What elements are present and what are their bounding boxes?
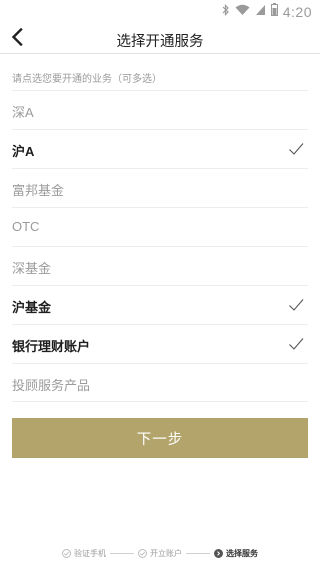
service-option[interactable]: 投顾服务产品 bbox=[12, 363, 308, 402]
service-option-label: 银行理财账户 bbox=[12, 339, 91, 354]
status-bar: 4:20 bbox=[0, 0, 320, 24]
checkmark-icon bbox=[288, 336, 304, 352]
step-connector bbox=[110, 552, 134, 554]
checkmark-icon bbox=[288, 141, 304, 157]
service-option-label: OTC bbox=[12, 219, 40, 234]
next-step-button[interactable]: 下一步 bbox=[12, 418, 308, 458]
step-done-icon bbox=[62, 548, 71, 558]
progress-step-label: 开立账户 bbox=[150, 548, 182, 558]
service-option[interactable]: 沪基金 bbox=[12, 285, 308, 324]
page-title: 选择开通服务 bbox=[116, 34, 204, 50]
progress-step: 验证手机 bbox=[62, 548, 106, 559]
service-option-label: 沪基金 bbox=[12, 300, 52, 315]
checkmark-icon bbox=[288, 297, 304, 313]
service-option-label: 深A bbox=[12, 105, 34, 120]
step-done-icon bbox=[138, 548, 147, 558]
progress-step-label: 选择服务 bbox=[226, 548, 258, 558]
instruction-text: 请点选您要开通的业务（可多选） bbox=[12, 74, 162, 85]
progress-step: 开立账户 bbox=[138, 548, 182, 559]
progress-steps: 验证手机 开立账户 选择服务 bbox=[0, 545, 320, 561]
bluetooth-icon bbox=[222, 3, 230, 21]
signal-icon bbox=[255, 3, 266, 21]
service-option-label: 投顾服务产品 bbox=[12, 378, 91, 393]
service-option-label: 深基金 bbox=[12, 261, 52, 276]
status-icons: 4:20 bbox=[222, 3, 312, 21]
progress-step-label: 验证手机 bbox=[74, 548, 106, 558]
status-time: 4:20 bbox=[282, 4, 312, 20]
wifi-icon bbox=[235, 3, 250, 21]
step-connector bbox=[186, 552, 210, 554]
service-option[interactable]: 深A bbox=[12, 90, 308, 129]
service-option[interactable]: 深基金 bbox=[12, 246, 308, 285]
service-option-label: 沪A bbox=[12, 144, 35, 159]
step-current-icon bbox=[214, 548, 223, 558]
service-option[interactable]: 银行理财账户 bbox=[12, 324, 308, 363]
battery-icon bbox=[270, 3, 278, 21]
nav-bar: 选择开通服务 bbox=[0, 24, 320, 54]
service-option[interactable]: 富邦基金 bbox=[12, 168, 308, 207]
service-option-label: 富邦基金 bbox=[12, 183, 65, 198]
service-list: 深A 沪A 富邦基金 OTC 深基金沪基金银行理财账户 投顾服务产品 bbox=[0, 90, 320, 402]
service-option[interactable]: 沪A bbox=[12, 129, 308, 168]
progress-step: 选择服务 bbox=[214, 548, 258, 559]
service-option[interactable]: OTC bbox=[12, 207, 308, 246]
